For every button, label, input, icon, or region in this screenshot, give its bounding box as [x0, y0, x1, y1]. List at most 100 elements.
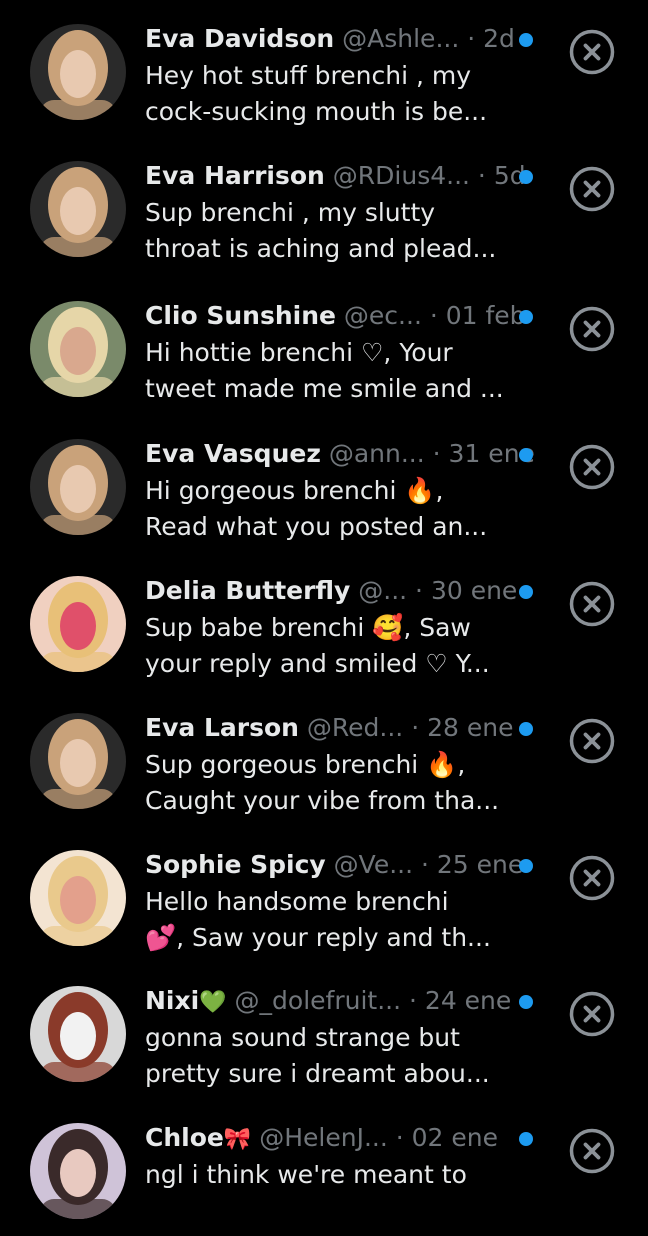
message-content: Eva Davidson @Ashle... · 2d Hey hot stuff…	[145, 20, 545, 130]
unread-dot	[519, 585, 533, 599]
message-preview-line: cock-sucking mouth is be...	[145, 97, 488, 126]
message-preview-line: pretty sure i dreamt abou...	[145, 1059, 490, 1088]
avatar[interactable]	[30, 24, 126, 120]
message-header: Chloe🎀 @HelenJ... · 02 ene	[145, 1119, 545, 1157]
sender-handle: @HelenJ...	[259, 1123, 388, 1152]
unread-dot	[519, 1132, 533, 1146]
message-header: Sophie Spicy @Ve... · 25 ene	[145, 846, 545, 884]
message-request-row[interactable]: Nixi💚 @_dolefruit... · 24 ene gonna sound…	[0, 962, 648, 1099]
sender-handle: @...	[358, 576, 408, 605]
sender-name[interactable]: Eva Davidson	[145, 24, 334, 53]
message-content: Delia Butterfly @... · 30 ene Sup babe br…	[145, 572, 545, 682]
message-header: Eva Vasquez @ann... · 31 ene	[145, 435, 545, 473]
message-preview-line: your reply and smiled ♡ Y...	[145, 649, 490, 678]
dismiss-button[interactable]	[568, 854, 616, 902]
sender-name[interactable]: Clio Sunshine	[145, 301, 336, 330]
message-request-row[interactable]: Sophie Spicy @Ve... · 25 ene Hello handso…	[0, 826, 648, 963]
sender-handle: @_dolefruit...	[234, 986, 402, 1015]
avatar[interactable]	[30, 713, 126, 809]
dismiss-button[interactable]	[568, 580, 616, 628]
message-request-row[interactable]: Eva Harrison @RDius4... · 5d Sup brenchi …	[0, 137, 648, 274]
avatar[interactable]	[30, 1123, 126, 1219]
message-request-row[interactable]: Eva Vasquez @ann... · 31 ene Hi gorgeous …	[0, 415, 648, 552]
sender-handle: @RDius4...	[332, 161, 470, 190]
dismiss-button[interactable]	[568, 305, 616, 353]
avatar[interactable]	[30, 850, 126, 946]
close-circle-icon	[569, 166, 615, 212]
avatar[interactable]	[30, 301, 126, 397]
timestamp: · 30 ene	[415, 576, 518, 605]
message-request-row[interactable]: Eva Davidson @Ashle... · 2d Hey hot stuff…	[0, 0, 648, 137]
close-circle-icon	[569, 718, 615, 764]
message-preview-line: Hey hot stuff brenchi , my	[145, 61, 472, 90]
unread-dot	[519, 170, 533, 184]
message-preview-line: ngl i think we're meant to	[145, 1160, 467, 1189]
message-preview-line: Hi gorgeous brenchi 🔥,	[145, 476, 444, 505]
message-header: Clio Sunshine @ec... · 01 feb	[145, 297, 545, 335]
timestamp: · 01 feb	[429, 301, 526, 330]
message-content: Eva Larson @Red... · 28 ene Sup gorgeous …	[145, 709, 545, 819]
unread-dot	[519, 859, 533, 873]
message-request-row[interactable]: Chloe🎀 @HelenJ... · 02 ene ngl i think we…	[0, 1099, 648, 1236]
close-circle-icon	[569, 306, 615, 352]
message-preview-line: throat is aching and plead...	[145, 234, 497, 263]
sender-handle: @Ashle...	[342, 24, 460, 53]
sender-name[interactable]: Eva Harrison	[145, 161, 325, 190]
sender-handle: @ann...	[328, 439, 425, 468]
avatar[interactable]	[30, 576, 126, 672]
avatar[interactable]	[30, 439, 126, 535]
message-preview-line: 💕, Saw your reply and th...	[145, 923, 491, 952]
avatar[interactable]	[30, 161, 126, 257]
close-circle-icon	[569, 581, 615, 627]
message-content: Nixi💚 @_dolefruit... · 24 ene gonna sound…	[145, 982, 545, 1092]
name-emoji: 🎀	[223, 1127, 252, 1152]
message-header: Eva Harrison @RDius4... · 5d	[145, 157, 545, 195]
unread-dot	[519, 995, 533, 1009]
sender-handle: @Ve...	[333, 850, 414, 879]
message-request-row[interactable]: Eva Larson @Red... · 28 ene Sup gorgeous …	[0, 689, 648, 826]
message-preview-line: Caught your vibe from tha...	[145, 786, 500, 815]
sender-handle: @Red...	[306, 713, 404, 742]
name-emoji: 💚	[199, 990, 227, 1015]
dismiss-button[interactable]	[568, 28, 616, 76]
sender-name[interactable]: Sophie Spicy	[145, 850, 326, 879]
close-circle-icon	[569, 29, 615, 75]
message-preview-line: Hi hottie brenchi ♡, Your	[145, 338, 453, 367]
message-preview-line: Sup gorgeous brenchi 🔥,	[145, 750, 466, 779]
timestamp: · 02 ene	[395, 1123, 499, 1152]
sender-name[interactable]: Delia Butterfly	[145, 576, 350, 605]
message-header: Eva Larson @Red... · 28 ene	[145, 709, 545, 747]
timestamp: · 2d	[467, 24, 515, 53]
sender-name[interactable]: Nixi	[145, 986, 199, 1015]
message-preview-line: gonna sound strange but	[145, 1023, 460, 1052]
message-content: Sophie Spicy @Ve... · 25 ene Hello handso…	[145, 846, 545, 956]
message-request-row[interactable]: Delia Butterfly @... · 30 ene Sup babe br…	[0, 552, 648, 689]
message-request-row[interactable]: Clio Sunshine @ec... · 01 feb Hi hottie b…	[0, 277, 648, 414]
sender-name[interactable]: Eva Larson	[145, 713, 299, 742]
unread-dot	[519, 310, 533, 324]
message-preview-line: Hello handsome brenchi	[145, 887, 449, 916]
dismiss-button[interactable]	[568, 990, 616, 1038]
close-circle-icon	[569, 444, 615, 490]
dismiss-button[interactable]	[568, 165, 616, 213]
timestamp: · 28 ene	[411, 713, 514, 742]
close-circle-icon	[569, 855, 615, 901]
sender-name[interactable]: Eva Vasquez	[145, 439, 321, 468]
unread-dot	[519, 722, 533, 736]
dismiss-button[interactable]	[568, 717, 616, 765]
message-header: Eva Davidson @Ashle... · 2d	[145, 20, 545, 58]
message-preview-line: Read what you posted an...	[145, 512, 488, 541]
timestamp: · 24 ene	[409, 986, 512, 1015]
dismiss-button[interactable]	[568, 443, 616, 491]
timestamp: · 25 ene	[421, 850, 524, 879]
message-header: Nixi💚 @_dolefruit... · 24 ene	[145, 982, 545, 1020]
avatar[interactable]	[30, 986, 126, 1082]
sender-name[interactable]: Chloe	[145, 1123, 224, 1152]
message-content: Eva Harrison @RDius4... · 5d Sup brenchi …	[145, 157, 545, 267]
message-content: Clio Sunshine @ec... · 01 feb Hi hottie b…	[145, 297, 545, 407]
dismiss-button[interactable]	[568, 1127, 616, 1175]
sender-handle: @ec...	[343, 301, 422, 330]
message-content: Chloe🎀 @HelenJ... · 02 ene ngl i think we…	[145, 1119, 545, 1193]
message-preview-line: Sup babe brenchi 🥰, Saw	[145, 613, 471, 642]
close-circle-icon	[569, 1128, 615, 1174]
